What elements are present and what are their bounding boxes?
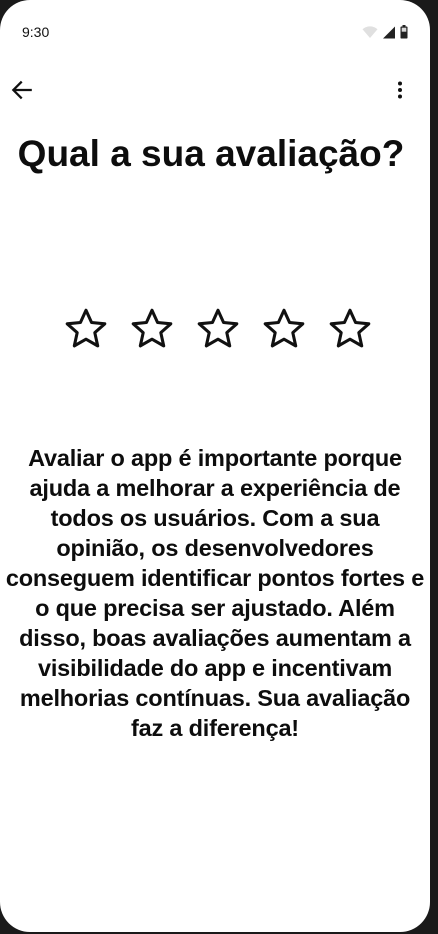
screen: 9:30 Qual a sua avaliação? Avaliar o app… xyxy=(0,0,430,932)
back-button[interactable] xyxy=(8,78,36,106)
status-icons xyxy=(362,25,408,44)
star-5-icon[interactable] xyxy=(327,306,373,352)
page-title: Qual a sua avaliação? xyxy=(17,133,405,174)
status-time: 9:30 xyxy=(22,24,50,40)
arrow-left-icon xyxy=(9,77,35,108)
star-rating[interactable] xyxy=(63,306,373,354)
more-vertical-icon xyxy=(397,80,403,105)
battery-icon xyxy=(400,25,408,44)
wifi-icon xyxy=(362,25,378,44)
status-bar: 9:30 xyxy=(0,0,430,64)
signal-icon xyxy=(382,26,396,44)
app-bar xyxy=(0,70,430,114)
star-3-icon[interactable] xyxy=(195,306,241,352)
star-2-icon[interactable] xyxy=(129,306,175,352)
star-1-icon[interactable] xyxy=(63,306,109,352)
star-4-icon[interactable] xyxy=(261,306,307,352)
rating-description: Avaliar o app é importante porque ajuda … xyxy=(5,445,425,741)
more-options-button[interactable] xyxy=(390,78,410,106)
